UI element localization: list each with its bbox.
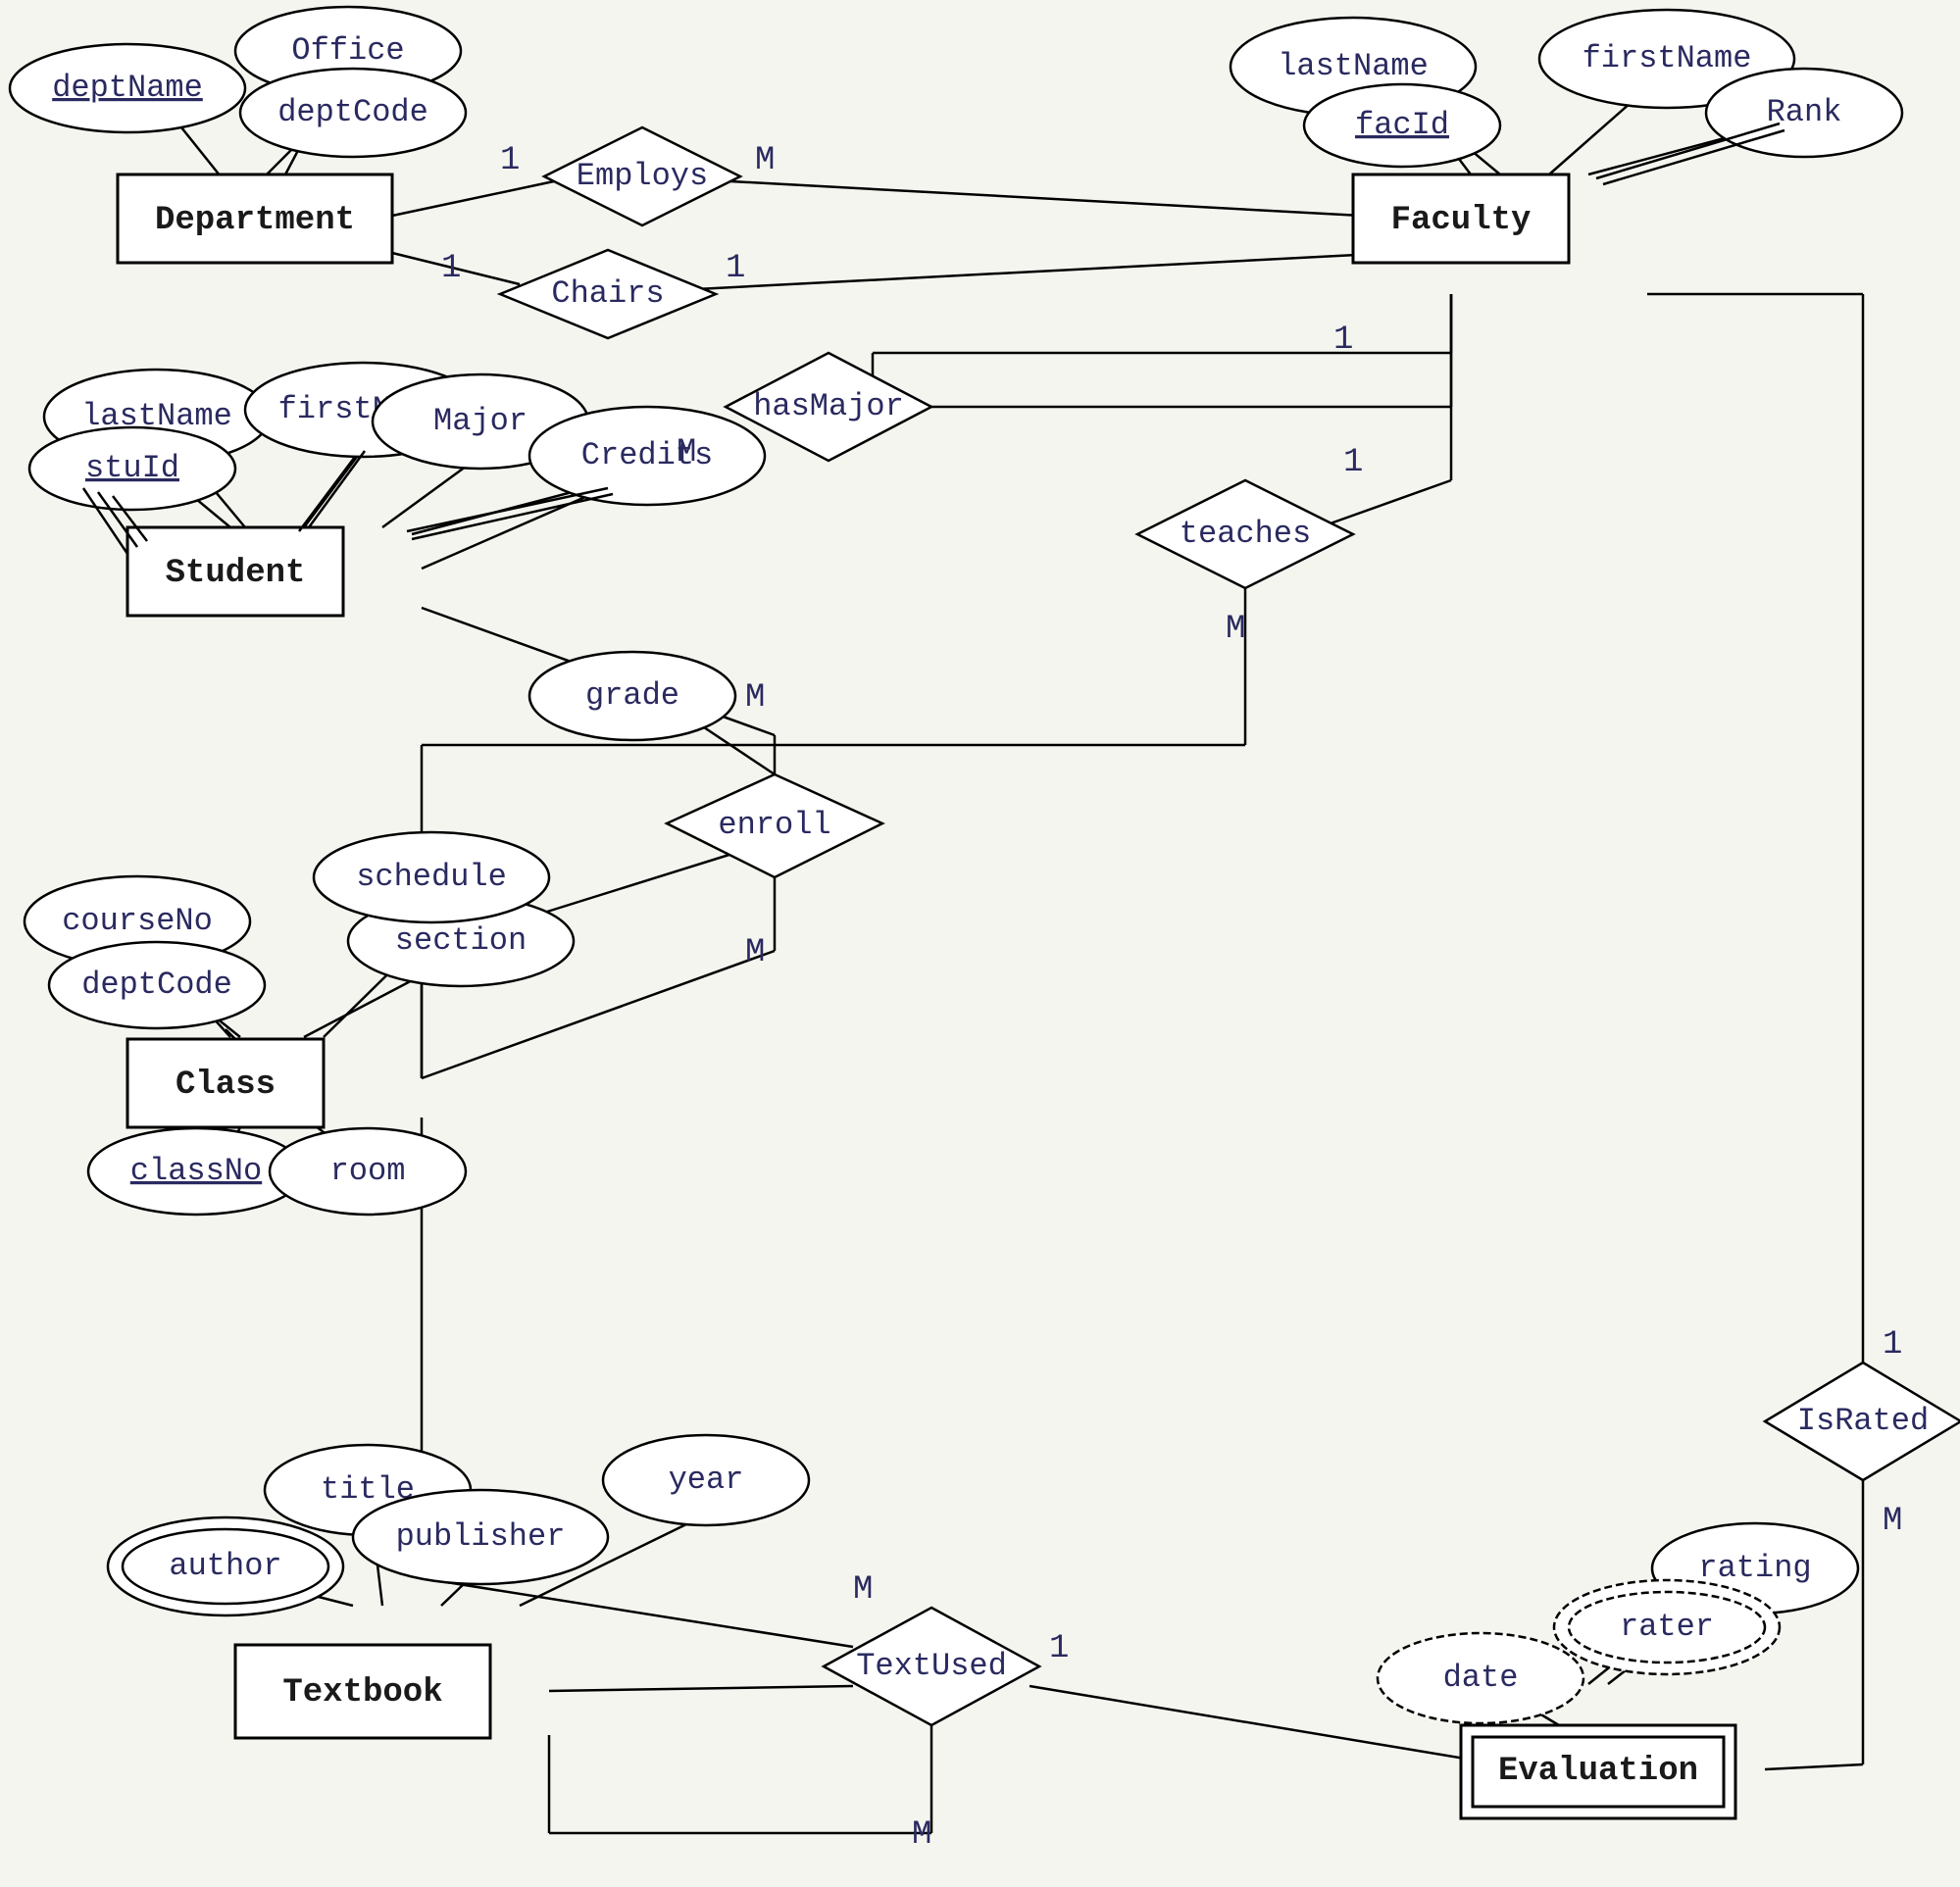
card-israted-top: 1 [1883, 1326, 1902, 1364]
attr-author-label: author [169, 1548, 281, 1584]
card-enroll-class: M [745, 934, 765, 971]
card-textused-bottom: M [912, 1816, 931, 1854]
attr-schedule-label: schedule [356, 859, 507, 895]
relationship-israted-label: IsRated [1797, 1403, 1929, 1439]
attr-deptcode-class-label: deptCode [81, 967, 232, 1003]
relationship-chairs-label: Chairs [551, 275, 664, 312]
relationship-textused-label: TextUsed [856, 1648, 1007, 1684]
card-employs-dept: 1 [500, 142, 520, 179]
attr-section-label: section [395, 922, 527, 959]
attr-faculty-firstname-label: firstName [1583, 40, 1752, 76]
entity-student-label: Student [166, 555, 306, 592]
attr-grade-label: grade [585, 677, 679, 714]
card-textused-class: M [853, 1571, 873, 1609]
attr-stuid-label: stuId [85, 450, 179, 486]
attr-deptcode-dept-label: deptCode [277, 94, 428, 130]
card-chairs-fac: 1 [726, 250, 745, 287]
card-hasmajor-stu: M [677, 434, 696, 472]
entity-class-label: Class [176, 1067, 276, 1104]
attr-rating-label: rating [1698, 1550, 1811, 1586]
attr-courseno-label: courseNo [62, 903, 213, 939]
relationship-employs-label: Employs [577, 158, 708, 194]
entity-textbook-label: Textbook [282, 1674, 442, 1712]
card-hasmajor-fac: 1 [1333, 322, 1353, 359]
card-enroll-stu: M [745, 679, 765, 717]
card-teaches-class: M [1226, 611, 1245, 648]
attr-classno-label: classNo [130, 1153, 262, 1189]
attr-date-label: date [1443, 1660, 1519, 1696]
attr-major-label: Major [433, 403, 528, 439]
attr-office-label: Office [291, 32, 404, 69]
card-employs-fac: M [755, 142, 775, 179]
attr-publisher-label: publisher [396, 1518, 566, 1555]
card-teaches-fac: 1 [1343, 444, 1363, 481]
entity-evaluation-label: Evaluation [1498, 1753, 1698, 1790]
card-israted-bottom: M [1883, 1503, 1902, 1540]
attr-rater-label: rater [1620, 1609, 1714, 1645]
attr-room-label: room [330, 1153, 406, 1189]
entity-faculty-label: Faculty [1391, 202, 1532, 239]
relationship-teaches-label: teaches [1180, 516, 1311, 552]
relationship-enroll-label: enroll [718, 807, 830, 843]
entity-department-label: Department [155, 202, 355, 239]
attr-faculty-lastname-label: lastName [1278, 48, 1429, 84]
attr-facid-label: facId [1355, 107, 1449, 143]
card-chairs-dept: 1 [441, 250, 461, 287]
attr-year-label: year [669, 1462, 744, 1498]
card-textused-textbook: 1 [1049, 1630, 1069, 1667]
attr-deptname-label: deptName [52, 70, 203, 106]
relationship-hasmajor-label: hasMajor [753, 388, 904, 424]
